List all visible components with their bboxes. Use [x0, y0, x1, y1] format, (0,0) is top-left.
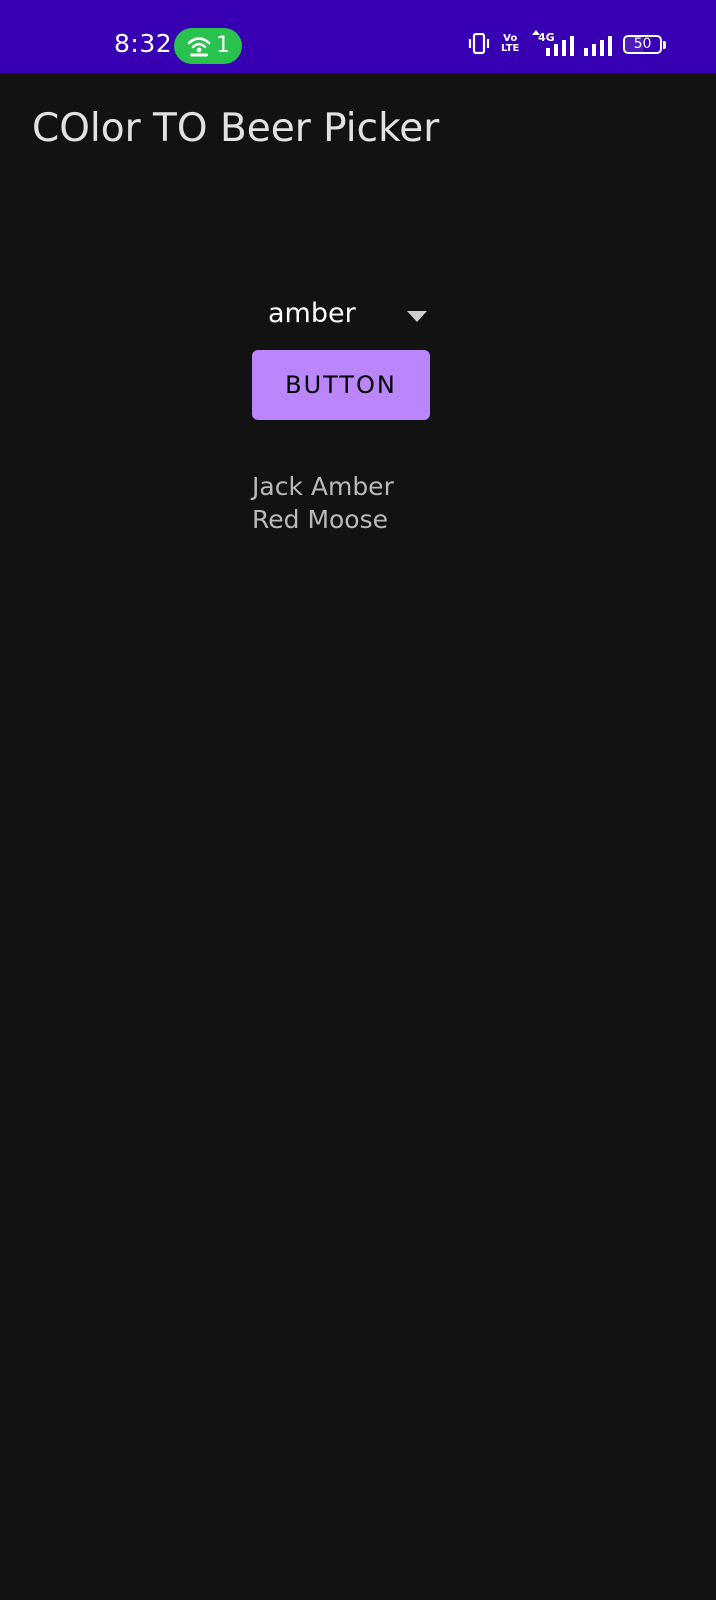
- app-title: COlor TO Beer Picker: [32, 106, 440, 151]
- battery-level: 50: [633, 36, 652, 52]
- color-spinner[interactable]: amber: [252, 290, 432, 338]
- volte-line-2: LTE: [501, 43, 520, 54]
- spinner-selected-value: amber: [268, 298, 356, 329]
- result-item: Jack Amber: [252, 472, 394, 501]
- find-beer-button[interactable]: BUTTON: [252, 350, 430, 420]
- hotspot-indicator[interactable]: 1: [174, 28, 242, 64]
- result-item: Red Moose: [252, 505, 389, 534]
- data-arrows-icon: [532, 30, 540, 35]
- signal-icon-sim2: [584, 36, 612, 56]
- beer-results: Jack Amber Red Moose: [252, 470, 394, 536]
- dropdown-arrow-icon: [407, 311, 427, 322]
- battery-tip: [663, 41, 666, 49]
- volte-indicator: Vo LTE: [501, 34, 519, 54]
- vibrate-icon: [468, 33, 490, 55]
- battery-icon: 50: [623, 35, 662, 54]
- signal-icon-sim1: [546, 36, 574, 56]
- hotspot-icon: [187, 37, 211, 57]
- hotspot-count: 1: [216, 33, 230, 58]
- status-time: 8:32: [114, 29, 173, 58]
- status-bar: 8:32 1 Vo LTE 4G 50: [0, 0, 716, 73]
